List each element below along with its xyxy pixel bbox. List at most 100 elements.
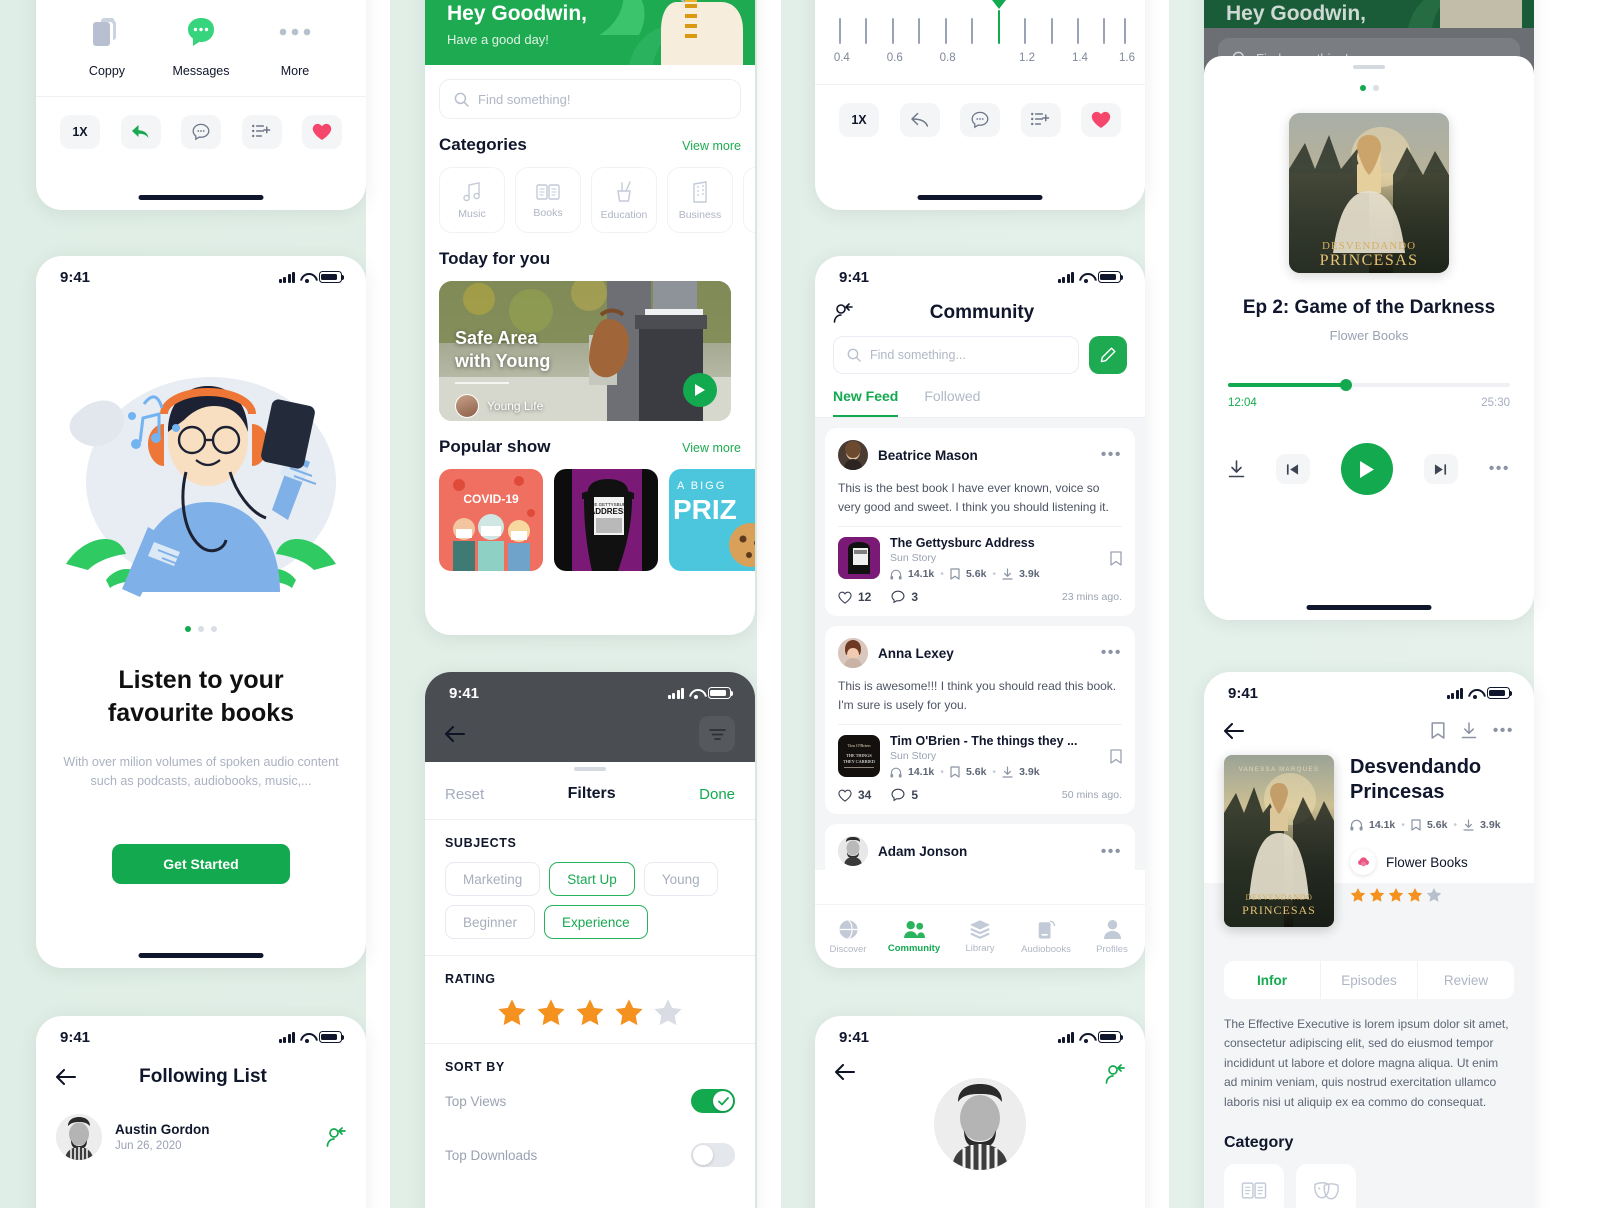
get-started-button[interactable]: Get Started <box>112 843 290 884</box>
sort-option-top-downloads[interactable]: Top Downloads <box>425 1128 755 1182</box>
chip-start-up[interactable]: Start Up <box>549 862 635 896</box>
search-input[interactable]: Find something... <box>833 336 1079 374</box>
dot-2[interactable] <box>198 626 204 632</box>
category-next[interactable] <box>743 167 755 233</box>
rating-stars[interactable] <box>425 986 755 1043</box>
back-arrow-icon[interactable] <box>445 726 465 742</box>
nav-community[interactable]: Community <box>881 905 947 968</box>
chip-beginner[interactable]: Beginner <box>445 905 536 939</box>
tab-episodes[interactable]: Episodes <box>1321 961 1418 999</box>
filter-icon-button[interactable] <box>699 716 735 752</box>
share-item-messages[interactable]: Messages <box>165 8 237 78</box>
favorite-button[interactable] <box>302 115 342 149</box>
previous-button[interactable] <box>1275 454 1310 484</box>
play-button[interactable] <box>683 373 717 407</box>
comment-button[interactable]: 5 <box>891 788 918 802</box>
comment-button[interactable]: 3 <box>891 590 918 604</box>
nav-audiobooks[interactable]: Audiobooks <box>1013 905 1079 968</box>
category-books[interactable] <box>1224 1164 1284 1208</box>
tab-new-feed[interactable]: New Feed <box>833 388 899 417</box>
compose-post-button[interactable] <box>1089 336 1127 374</box>
show-card-prize[interactable]: A BIGG PRIZ <box>669 469 755 571</box>
today-card[interactable]: Safe Area with Young Young Life <box>439 281 731 421</box>
category-books[interactable]: Books <box>515 167 581 233</box>
category-drama[interactable] <box>1296 1164 1356 1208</box>
favorite-button[interactable] <box>1081 103 1121 137</box>
star-icon[interactable] <box>614 998 644 1027</box>
post-card[interactable]: Anna Lexey ••• This is awesome!!! I thin… <box>825 626 1135 815</box>
download-button[interactable] <box>1228 460 1245 478</box>
progress-bar[interactable] <box>1228 379 1510 391</box>
popular-shows-row[interactable]: COVID-19 THE GETTYSBURG ADDRESS A BIGG P… <box>425 457 755 571</box>
avatar[interactable] <box>838 638 868 669</box>
speed-1x-button[interactable]: 1X <box>60 115 100 149</box>
like-button[interactable]: 34 <box>838 788 871 802</box>
dot-1[interactable] <box>1359 85 1366 91</box>
category-business[interactable]: Business <box>667 167 733 233</box>
toggle-top-views[interactable] <box>691 1089 735 1113</box>
done-button[interactable]: Done <box>699 786 735 803</box>
post-book[interactable]: The Gettysburc Address Sun Story 14.1k •… <box>838 536 1122 580</box>
playlist-add-button[interactable] <box>1020 103 1061 137</box>
tab-followed[interactable]: Followed <box>924 388 980 417</box>
sort-option-top-views[interactable]: Top Views <box>425 1074 755 1128</box>
nav-discover[interactable]: Discover <box>815 905 881 968</box>
person-add-icon[interactable] <box>1105 1064 1125 1084</box>
popular-view-more-link[interactable]: View more <box>682 441 741 455</box>
more-dots-icon[interactable]: ••• <box>1101 447 1122 462</box>
share-item-coppy[interactable]: Coppy <box>71 8 143 78</box>
more-dots-icon[interactable]: ••• <box>1101 843 1122 858</box>
show-card-covid[interactable]: COVID-19 <box>439 469 543 571</box>
nav-library[interactable]: Library <box>947 905 1013 968</box>
today-carousel[interactable]: Safe Area with Young Young Life <box>439 281 741 421</box>
speed-ruler[interactable] <box>833 0 1127 52</box>
dot-3[interactable] <box>211 626 217 632</box>
category-education[interactable]: Education <box>591 167 657 233</box>
tab-infor[interactable]: Infor <box>1224 961 1321 999</box>
chip-marketing[interactable]: Marketing <box>445 862 541 896</box>
post-book[interactable]: Tim O'Brien THE THINGS THEY CARRIED Tim O'… <box>838 734 1122 778</box>
bookmark-icon[interactable] <box>1431 722 1445 739</box>
sheet-grabber[interactable] <box>1353 65 1385 69</box>
star-icon[interactable] <box>497 998 527 1027</box>
dot-2[interactable] <box>1372 85 1379 91</box>
reset-button[interactable]: Reset <box>445 786 484 803</box>
avatar[interactable] <box>838 836 868 867</box>
chip-young[interactable]: Young <box>643 862 718 896</box>
back-arrow-icon[interactable] <box>835 1064 855 1080</box>
pagination-dots[interactable] <box>36 626 366 632</box>
community-feed[interactable]: Beatrice Mason ••• This is the best book… <box>815 418 1145 870</box>
comment-button[interactable] <box>181 115 221 149</box>
download-icon[interactable] <box>1461 722 1477 739</box>
share-item-more[interactable]: More <box>259 8 331 78</box>
nav-profiles[interactable]: Profiles <box>1079 905 1145 968</box>
more-dots-icon[interactable]: ••• <box>1101 645 1122 660</box>
speed-1x-button[interactable]: 1X <box>839 103 879 137</box>
bookmark-icon[interactable] <box>1110 551 1122 566</box>
like-button[interactable]: 12 <box>838 590 871 604</box>
dot-1[interactable] <box>185 626 191 632</box>
person-add-icon[interactable] <box>326 1127 346 1147</box>
pagination-dots[interactable] <box>1228 85 1510 91</box>
next-button[interactable] <box>1423 454 1458 484</box>
reply-button[interactable] <box>120 115 161 149</box>
tab-review[interactable]: Review <box>1418 961 1514 999</box>
post-card[interactable]: Adam Jonson ••• <box>825 824 1135 870</box>
toggle-top-downloads[interactable] <box>691 1143 735 1167</box>
playlist-add-button[interactable] <box>241 115 282 149</box>
star-icon[interactable] <box>536 998 566 1027</box>
chip-experience[interactable]: Experience <box>544 905 648 939</box>
star-icon[interactable] <box>653 998 683 1027</box>
publisher-row[interactable]: Flower Books <box>1350 849 1514 875</box>
list-item[interactable]: Austin Gordon Jun 26, 2020 <box>36 1088 366 1160</box>
back-arrow-icon[interactable] <box>1224 722 1244 739</box>
search-input[interactable]: Find something! <box>439 79 741 119</box>
play-button[interactable] <box>1340 443 1393 495</box>
more-dots-icon[interactable]: ••• <box>1493 723 1514 738</box>
star-icon[interactable] <box>575 998 605 1027</box>
category-music[interactable]: Music <box>439 167 505 233</box>
more-dots-icon[interactable]: ••• <box>1489 461 1510 476</box>
categories-view-more-link[interactable]: View more <box>682 139 741 153</box>
reply-button[interactable] <box>899 103 940 137</box>
post-card[interactable]: Beatrice Mason ••• This is the best book… <box>825 428 1135 617</box>
